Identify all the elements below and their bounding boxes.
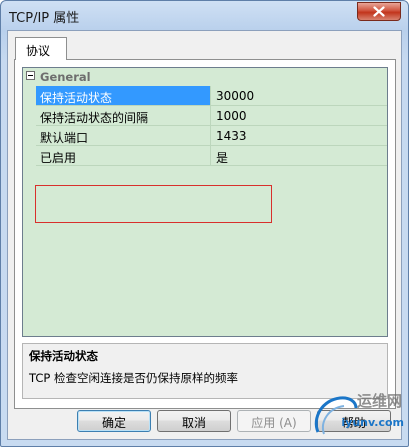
property-row-keepalive-interval[interactable]: 保持活动状态的间隔 1000 bbox=[36, 106, 387, 126]
property-grid: General 保持活动状态 30000 保持活动状态的间隔 1000 默认端口… bbox=[22, 67, 388, 337]
annotation-highlight-box bbox=[35, 185, 272, 223]
apply-button-label: 应用 (A) bbox=[251, 416, 297, 430]
property-value[interactable]: 30000 bbox=[212, 86, 387, 105]
category-label: General bbox=[40, 70, 91, 84]
close-icon bbox=[373, 6, 385, 17]
tcpip-properties-dialog: TCP/IP 属性 协议 General 保持活动状态 30000 保持活动状态… bbox=[0, 0, 409, 447]
category-general[interactable]: General bbox=[23, 68, 387, 86]
cancel-button[interactable]: 取消 bbox=[157, 410, 231, 432]
property-name: 已启用 bbox=[36, 146, 211, 165]
property-value[interactable]: 1000 bbox=[212, 106, 387, 125]
help-button-label: 帮助 bbox=[341, 416, 366, 430]
property-row-enabled[interactable]: 已启用 是 bbox=[36, 146, 387, 166]
description-text: TCP 检查空闲连接是否仍保持原样的频率 bbox=[29, 371, 238, 385]
tab-protocol[interactable]: 协议 bbox=[15, 37, 67, 60]
property-value[interactable]: 是 bbox=[212, 146, 387, 165]
ok-button-label: 确定 bbox=[101, 416, 126, 430]
apply-button[interactable]: 应用 (A) bbox=[237, 410, 311, 432]
tab-page: General 保持活动状态 30000 保持活动状态的间隔 1000 默认端口… bbox=[14, 59, 396, 409]
cancel-button-label: 取消 bbox=[181, 416, 206, 430]
property-row-default-port[interactable]: 默认端口 1433 bbox=[36, 126, 387, 146]
property-name: 保持活动状态的间隔 bbox=[36, 106, 211, 125]
property-name: 保持活动状态 bbox=[36, 86, 211, 105]
tab-protocol-label: 协议 bbox=[26, 44, 51, 58]
window-title: TCP/IP 属性 bbox=[9, 11, 80, 26]
property-row-keepalive[interactable]: 保持活动状态 30000 bbox=[36, 86, 387, 106]
property-name: 默认端口 bbox=[36, 126, 211, 145]
title-bar[interactable]: TCP/IP 属性 bbox=[1, 1, 408, 31]
help-button[interactable]: 帮助 bbox=[317, 410, 391, 432]
ok-button[interactable]: 确定 bbox=[77, 410, 151, 432]
property-value[interactable]: 1433 bbox=[212, 126, 387, 145]
collapse-icon[interactable] bbox=[26, 71, 35, 80]
description-panel: 保持活动状态 TCP 检查空闲连接是否仍保持原样的频率 bbox=[22, 343, 388, 399]
dialog-client-area: 协议 General 保持活动状态 30000 保持活动状态的间隔 1000 默… bbox=[7, 30, 402, 440]
description-title: 保持活动状态 bbox=[29, 349, 98, 363]
close-button[interactable] bbox=[357, 2, 401, 21]
